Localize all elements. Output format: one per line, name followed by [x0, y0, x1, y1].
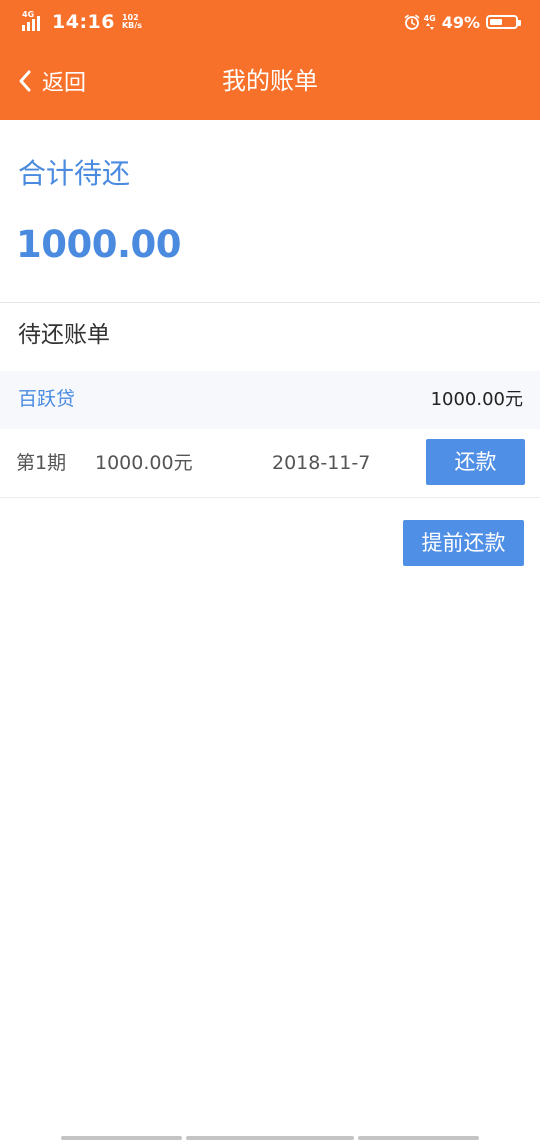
status-time: 14:16: [52, 11, 115, 33]
status-bar-left: 4G 14:16 102 KB/s: [22, 10, 142, 34]
early-repay-button[interactable]: 提前还款: [403, 520, 524, 566]
installment-period: 第1期: [16, 452, 67, 474]
network-speed-unit: KB/s: [121, 21, 142, 30]
installment-amount: 1000.00元: [95, 452, 193, 474]
total-due-label: 合计待还: [18, 157, 131, 190]
network-indicator: 4G: [423, 13, 436, 30]
section-divider: [0, 302, 540, 303]
installment-due-date: 2018-11-7: [272, 452, 371, 474]
battery-fill: [490, 19, 502, 25]
alarm-icon: [404, 14, 419, 30]
installment-row: 第1期 1000.00元 2018-11-7 还款: [0, 429, 540, 497]
battery-icon: [486, 15, 521, 29]
lender-total: 1000.00元: [430, 389, 523, 410]
network-type-left: 4G: [22, 10, 35, 19]
status-bar-right: 4G 49%: [404, 10, 521, 34]
network-speed: 102 KB/s: [122, 14, 142, 30]
back-label: 返回: [42, 71, 87, 96]
row-divider: [0, 497, 540, 498]
nav-header: 返回 我的账单: [0, 42, 540, 120]
lender-row: 百跃贷 1000.00元: [0, 371, 540, 429]
network-type-right: 4G: [423, 13, 436, 23]
nav-gesture-bar-center[interactable]: [186, 1136, 354, 1140]
repay-button[interactable]: 还款: [426, 439, 525, 485]
data-arrows-icon: [425, 22, 434, 30]
signal-icon: 4G: [22, 10, 46, 33]
lender-name: 百跃贷: [18, 388, 76, 410]
nav-gesture-bar-right[interactable]: [358, 1136, 479, 1140]
app-header-background: 4G 14:16 102 KB/s 4G 49% 返回 我的账单: [0, 0, 540, 120]
pending-bills-title: 待还账单: [18, 322, 110, 348]
status-bar: 4G 14:16 102 KB/s 4G 49%: [0, 0, 540, 42]
back-button[interactable]: 返回: [18, 64, 86, 98]
total-due-amount: 1000.00: [16, 223, 182, 266]
chevron-left-icon: [19, 70, 31, 92]
battery-percent: 49%: [441, 12, 480, 32]
nav-gesture-bar-left[interactable]: [61, 1136, 182, 1140]
